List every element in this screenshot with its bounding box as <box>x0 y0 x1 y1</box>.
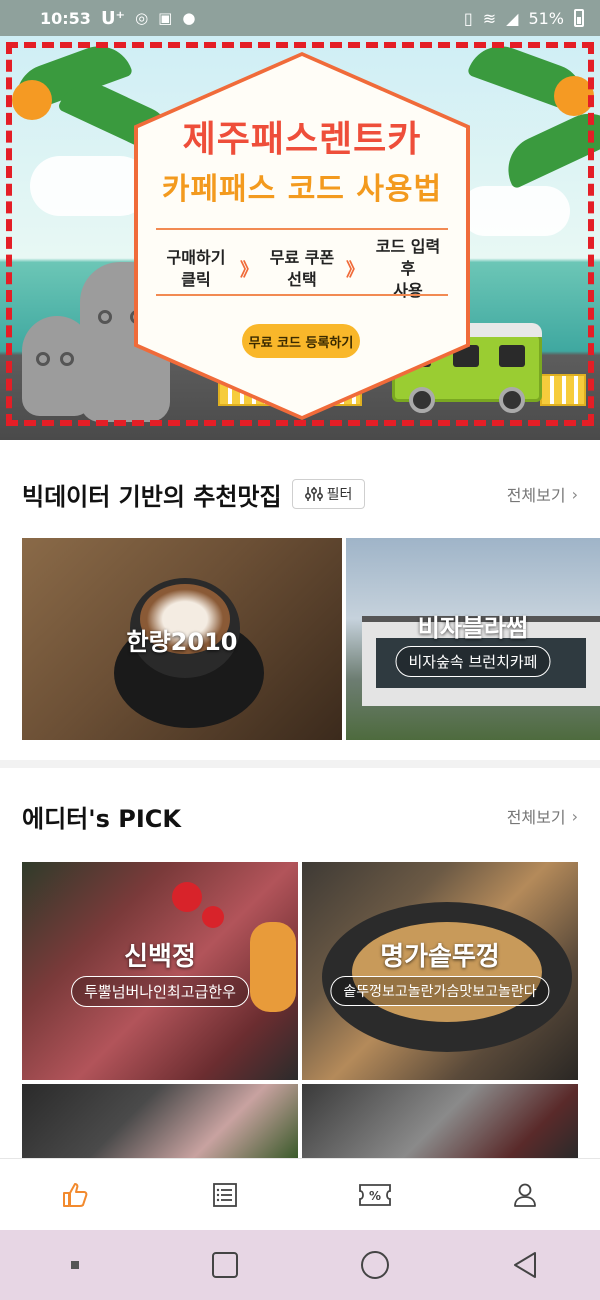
banner-divider <box>156 294 448 296</box>
palm-leaf <box>497 102 600 190</box>
tangerine-illustration <box>554 76 594 116</box>
tomato-illustration <box>202 906 224 928</box>
svg-text:%: % <box>369 1189 381 1203</box>
wifi-icon: ≋ <box>482 8 497 28</box>
card-title: 신백정 <box>124 942 196 972</box>
banner-steps: 구매하기 클릭 》 무료 쿠폰 선택 》 코드 입력 후 사용 <box>156 236 448 302</box>
coupon-icon: % <box>359 1183 391 1206</box>
step-2-line1: 무료 쿠폰 <box>269 248 335 267</box>
bottom-navigation: % <box>0 1158 600 1230</box>
system-navigation-bar <box>0 1230 600 1300</box>
step-2-line2: 선택 <box>287 270 317 289</box>
step-1-line1: 구매하기 <box>166 248 226 267</box>
card-title: 한량2010 <box>126 628 238 656</box>
see-all-label: 전체보기 <box>506 486 566 505</box>
recommended-card-1[interactable]: 한량2010 <box>22 538 342 740</box>
status-right-group: ▯ ≋ ◢ 51% <box>464 9 584 28</box>
filter-label: 필터 <box>326 487 353 503</box>
editors-pick-card-4[interactable] <box>302 1084 578 1158</box>
step-3-line1: 코드 입력 후 <box>375 237 441 278</box>
editors-pick-card-1[interactable]: 신백정 투뿔넘버나인최고급한우 <box>22 862 298 1080</box>
carrier-label: U⁺ <box>100 7 126 29</box>
list-icon <box>213 1182 237 1207</box>
free-code-register-button[interactable]: 무료 코드 등록하기 <box>242 324 360 358</box>
banner-subtitle: 카페패스 코드 사용법 <box>161 172 443 207</box>
editors-pick-header: 에디터's PICK 전체보기 › <box>0 796 600 836</box>
promo-banner[interactable]: 제주패스렌트카 카페패스 코드 사용법 구매하기 클릭 》 무료 쿠폰 선택 》… <box>0 36 600 440</box>
cloud-illustration <box>460 186 570 236</box>
step-arrow-icon: 》 <box>240 260 258 281</box>
editors-pick-see-all[interactable]: 전체보기 › <box>507 804 578 828</box>
thumbs-up-icon <box>63 1182 88 1207</box>
fence-illustration <box>540 374 586 406</box>
recent-apps-dot[interactable] <box>45 1235 105 1295</box>
home-circle-icon <box>361 1251 389 1279</box>
gallery-icon: ▣ <box>158 8 173 27</box>
cloud-illustration <box>30 156 150 216</box>
filter-button[interactable]: 필터 <box>291 479 366 509</box>
nav-coupon[interactable]: % <box>345 1165 405 1225</box>
editors-pick-card-3[interactable] <box>22 1084 298 1158</box>
card-tag: 솥뚜껑보고놀란가슴맛보고놀란다 <box>330 976 550 1006</box>
card-tag: 투뿔넘버나인최고급한우 <box>71 976 249 1007</box>
recommended-see-all[interactable]: 전체보기 › <box>507 482 578 506</box>
chevron-right-icon: › <box>571 484 578 504</box>
nav-recommend[interactable] <box>45 1165 105 1225</box>
home-button[interactable] <box>345 1235 405 1295</box>
battery-icon <box>574 9 584 27</box>
editors-pick-title: 에디터's PICK <box>22 804 181 833</box>
instagram-icon: ◎ <box>135 8 149 27</box>
editors-pick-card-2[interactable]: 명가솥뚜껑 솥뚜껑보고놀란가슴맛보고놀란다 <box>302 862 578 1080</box>
tomato-illustration <box>172 882 202 912</box>
section-divider <box>0 760 600 768</box>
status-time: 10:53 <box>40 8 91 28</box>
status-bar: 10:53 U⁺ ◎ ▣ ● ▯ ≋ ◢ 51% <box>0 0 600 36</box>
banner-title: 제주패스렌트카 <box>182 119 422 160</box>
card-tag: 비자숲속 브런치카페 <box>395 646 551 677</box>
step-1-line2: 클릭 <box>181 270 211 289</box>
recommended-header: 빅데이터 기반의 추천맛집 필터 전체보기 › <box>0 474 600 514</box>
vibrate-icon: ▯ <box>463 8 473 28</box>
tangerine-illustration <box>12 80 52 120</box>
step-3-line2: 사용 <box>393 281 423 300</box>
profile-icon <box>514 1183 536 1207</box>
banner-step-3: 코드 입력 후 사용 <box>368 236 448 302</box>
see-all-label: 전체보기 <box>506 808 566 827</box>
card-title: 명가솥뚜껑 <box>380 942 500 972</box>
overview-button[interactable] <box>195 1235 255 1295</box>
nav-profile[interactable] <box>495 1165 555 1225</box>
signal-icon: ◢ <box>506 8 519 28</box>
card-title: 비자블라썸 <box>417 614 529 642</box>
battery-percent: 51% <box>528 8 564 28</box>
step-arrow-icon: 》 <box>346 260 364 281</box>
nav-list[interactable] <box>195 1165 255 1225</box>
back-triangle-icon <box>514 1252 536 1278</box>
chevron-right-icon: › <box>571 806 578 826</box>
filter-icon <box>304 487 323 501</box>
square-icon <box>212 1252 238 1278</box>
recommended-title: 빅데이터 기반의 추천맛집 <box>22 482 282 511</box>
banner-step-2: 무료 쿠폰 선택 <box>262 247 342 291</box>
recommended-card-2[interactable]: 비자블라썸 비자숲속 브런치카페 <box>346 538 600 740</box>
banner-step-1: 구매하기 클릭 <box>156 247 236 291</box>
banner-divider <box>156 228 448 230</box>
back-button[interactable] <box>495 1235 555 1295</box>
talk-icon: ● <box>182 8 196 27</box>
